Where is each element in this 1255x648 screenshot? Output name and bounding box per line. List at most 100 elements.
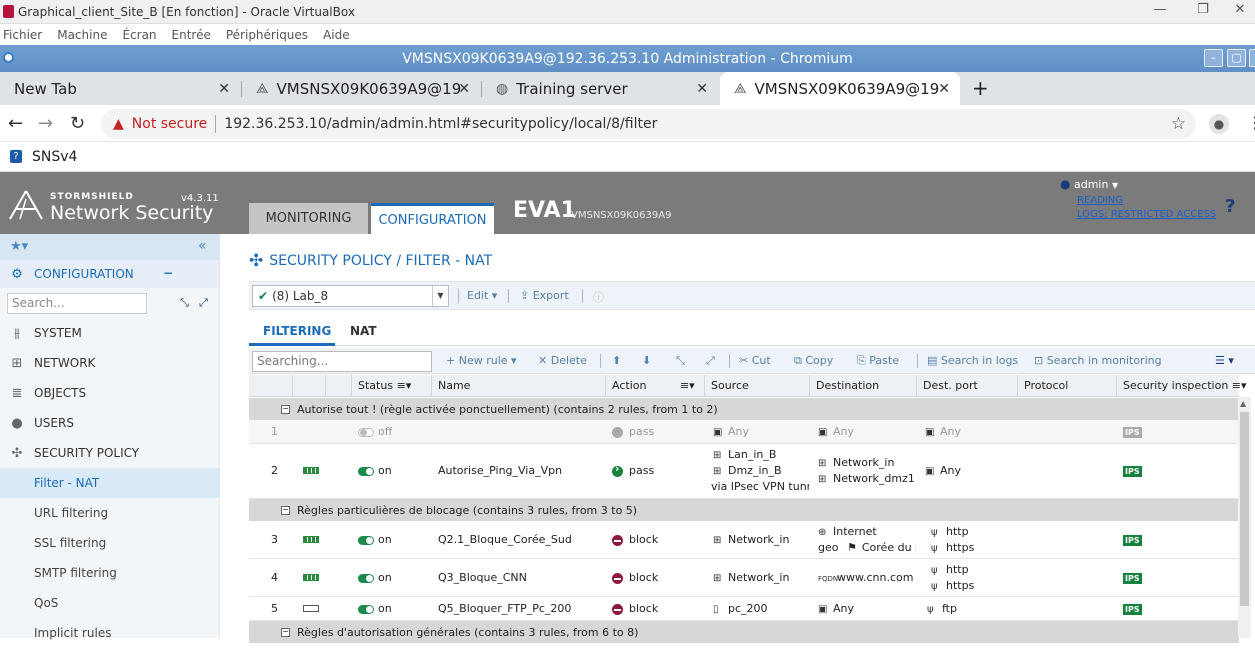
- rule-port-2[interactable]: ψ https: [931, 579, 974, 592]
- rule-action[interactable]: pass: [612, 425, 654, 438]
- sidebar-configuration-header[interactable]: ⚙ CONFIGURATION −: [0, 260, 219, 288]
- menu-ecran[interactable]: Écran: [122, 28, 156, 42]
- tab-nat[interactable]: NAT: [350, 324, 377, 338]
- sidebar-item-objects[interactable]: ≣ OBJECTS: [0, 378, 220, 408]
- rule-status[interactable]: on: [358, 464, 392, 477]
- minimize-icon[interactable]: —: [1145, 2, 1175, 17]
- close-icon[interactable]: ✕: [1225, 2, 1255, 17]
- rule-action[interactable]: block: [612, 602, 658, 615]
- rule-port-1[interactable]: ψ http: [931, 563, 969, 576]
- rule-source[interactable]: ⊞ Network_in: [713, 571, 789, 584]
- minimize-icon[interactable]: –: [1204, 49, 1223, 67]
- collapse-rules-icon[interactable]: ⤡: [676, 354, 685, 368]
- tab-vmsns-active[interactable]: ⟁ VMSNSX09K0639A9@19 ✕: [720, 72, 960, 105]
- menu-kebab-icon[interactable]: ⋮: [1247, 113, 1255, 132]
- move-up-icon[interactable]: ⬆: [612, 354, 621, 367]
- sidebar-subitem-smtp-filtering[interactable]: SMTP filtering: [0, 558, 220, 588]
- expand-rules-icon[interactable]: ⤢: [706, 354, 715, 368]
- menu-peripheriques[interactable]: Périphériques: [226, 28, 308, 42]
- delete-button[interactable]: ✕ Delete: [538, 354, 587, 367]
- toggle-off-icon[interactable]: [358, 427, 374, 437]
- rule-destination[interactable]: FQDNwww.cnn.com: [818, 571, 913, 584]
- sidebar-subitem-ssl-filtering[interactable]: SSL filtering: [0, 528, 220, 558]
- rule-source-1[interactable]: ⊞ Lan_in_B: [713, 448, 776, 461]
- filter-icon[interactable]: ≡▾: [397, 379, 412, 392]
- rule-inspection[interactable]: IPS: [1123, 602, 1142, 615]
- scroll-up-icon[interactable]: ▲: [1240, 399, 1246, 408]
- policy-select[interactable]: ✔ (8) Lab_8 ▼: [252, 285, 449, 307]
- sidebar-subitem-filter-nat[interactable]: Filter - NAT: [0, 468, 220, 498]
- sidebar-item-security-policy[interactable]: ✣ SECURITY POLICY: [0, 438, 220, 468]
- menu-machine[interactable]: Machine: [57, 28, 107, 42]
- rule-status[interactable]: off: [358, 425, 392, 438]
- col-protocol[interactable]: Protocol: [1024, 379, 1068, 392]
- rule-port[interactable]: ψ ftp: [927, 602, 957, 615]
- copy-button[interactable]: ⧉ Copy: [794, 354, 833, 368]
- tab-vmsns-1[interactable]: ⟁ VMSNSX09K0639A9@19 ✕: [242, 72, 480, 105]
- rule-port[interactable]: ▣ Any: [925, 425, 961, 438]
- sidebar-item-network[interactable]: ⊞ NETWORK: [0, 348, 220, 378]
- scrollbar-thumb[interactable]: [1240, 412, 1249, 606]
- not-secure-label[interactable]: Not secure: [132, 116, 208, 132]
- rule-inspection[interactable]: IPS: [1123, 425, 1142, 438]
- new-tab-icon[interactable]: +: [972, 76, 989, 100]
- restore-icon[interactable]: ❐: [1188, 2, 1218, 17]
- column-menu-icon[interactable]: ☰ ▾: [1215, 354, 1234, 367]
- rules-search-input[interactable]: Searching...: [252, 351, 432, 372]
- col-dest-port[interactable]: Dest. port: [923, 379, 978, 392]
- rule-name[interactable]: Q2.1_Bloque_Corée_Sud: [438, 533, 572, 546]
- reading-link[interactable]: READING: [1077, 195, 1216, 206]
- rule-destination[interactable]: ▣ Any: [818, 425, 854, 438]
- rule-logging[interactable]: [303, 602, 319, 615]
- rule-action[interactable]: block: [612, 571, 658, 584]
- tab-configuration[interactable]: CONFIGURATION: [371, 203, 494, 234]
- col-name[interactable]: Name: [438, 379, 470, 392]
- rule-inspection[interactable]: IPS: [1123, 464, 1142, 477]
- sidebar-item-system[interactable]: ⫵ SYSTEM: [0, 318, 220, 348]
- collapse-group-icon[interactable]: −: [281, 404, 290, 414]
- table-row[interactable]: 3 on Q2.1_Bloque_Corée_Sud block ⊞ Networ…: [249, 521, 1239, 559]
- back-icon[interactable]: ←: [8, 113, 23, 134]
- table-row[interactable]: 2 on Autorise_Ping_Via_Vpn pass ⊞ Lan_in_…: [249, 444, 1239, 499]
- rule-status[interactable]: on: [358, 571, 392, 584]
- rule-destination-2[interactable]: geo ⚑ Corée du S: [818, 541, 916, 554]
- paste-button[interactable]: ⎘ Paste: [857, 354, 899, 368]
- toggle-on-icon[interactable]: [358, 535, 374, 545]
- profile-icon[interactable]: ●: [1209, 114, 1229, 134]
- rule-source[interactable]: ▯ pc_200: [713, 602, 768, 615]
- toggle-on-icon[interactable]: [358, 466, 374, 476]
- rule-port-2[interactable]: ψ https: [931, 541, 974, 554]
- rule-group-header[interactable]: − Règles particulières de blocage (conta…: [249, 499, 1239, 521]
- forward-icon[interactable]: →: [38, 113, 53, 134]
- col-action[interactable]: Action ≡▾: [612, 379, 695, 392]
- toggle-on-icon[interactable]: [358, 604, 374, 614]
- rule-inspection[interactable]: IPS: [1123, 533, 1142, 546]
- close-icon[interactable]: [1249, 49, 1255, 67]
- menu-aide[interactable]: Aide: [323, 28, 350, 42]
- url-text[interactable]: 192.36.253.10/admin/admin.html#securityp…: [224, 116, 657, 132]
- close-tab-icon[interactable]: ✕: [938, 81, 950, 97]
- close-tab-icon[interactable]: ✕: [218, 81, 230, 97]
- search-logs-button[interactable]: ▤ Search in logs: [927, 354, 1018, 367]
- toggle-on-icon[interactable]: [358, 573, 374, 583]
- rule-logging[interactable]: [303, 571, 319, 584]
- rule-source[interactable]: ▣ Any: [713, 425, 749, 438]
- rule-name[interactable]: Autorise_Ping_Via_Vpn: [438, 464, 562, 477]
- table-row[interactable]: 1 off pass ▣ Any ▣ Any ▣ Any IPS: [249, 420, 1239, 444]
- reload-icon[interactable]: ↻: [70, 113, 85, 134]
- sidebar-subitem-qos[interactable]: QoS: [0, 588, 220, 618]
- help-icon[interactable]: ?: [1225, 196, 1235, 217]
- rule-group-header[interactable]: − Autorise tout ! (règle activée ponctue…: [249, 398, 1239, 420]
- sidebar-subitem-url-filtering[interactable]: URL filtering: [0, 498, 220, 528]
- rule-logging[interactable]: [303, 533, 319, 546]
- tab-training-server[interactable]: ◍ Training server ✕: [482, 72, 718, 105]
- collapse-sidebar-icon[interactable]: «: [198, 238, 207, 254]
- sidebar-subitem-implicit-rules[interactable]: Implicit rules: [0, 618, 220, 648]
- logs-access-link[interactable]: LOGS: RESTRICTED ACCESS: [1077, 209, 1216, 220]
- chevron-down-icon[interactable]: ▼: [432, 286, 448, 306]
- rule-destination[interactable]: ▣ Any: [818, 602, 854, 615]
- info-icon[interactable]: ⓘ: [593, 289, 604, 305]
- rule-port-1[interactable]: ψ http: [931, 525, 969, 538]
- chevron-down-icon[interactable]: ▼: [1112, 181, 1118, 190]
- user-name[interactable]: admin: [1074, 178, 1108, 191]
